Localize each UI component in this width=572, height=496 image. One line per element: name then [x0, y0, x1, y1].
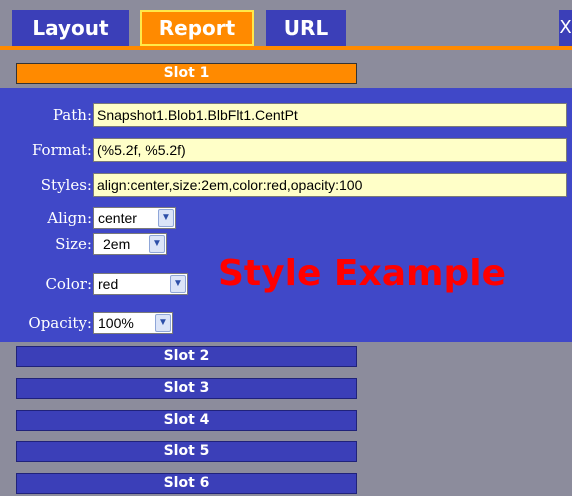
opacity-label: Opacity: — [28, 314, 92, 332]
align-select-value: center — [98, 210, 137, 226]
size-select[interactable]: 2em ▼ — [93, 233, 167, 255]
color-select[interactable]: red ▼ — [93, 273, 188, 295]
align-label: Align: — [47, 209, 92, 227]
close-button[interactable]: X — [559, 10, 572, 46]
slot-3-button[interactable]: Slot 3 — [16, 378, 357, 399]
slot-2-button[interactable]: Slot 2 — [16, 346, 357, 367]
tab-report[interactable]: Report — [140, 10, 254, 46]
chevron-down-icon: ▼ — [149, 235, 165, 253]
color-label: Color: — [45, 275, 92, 293]
slot-1-panel: Path: Snapshot1.Blob1.BlbFlt1.CentPt For… — [0, 88, 572, 342]
opacity-select-value: 100% — [98, 315, 134, 331]
chevron-down-icon: ▼ — [155, 314, 171, 332]
tab-url[interactable]: URL — [266, 10, 346, 46]
styles-field[interactable]: align:center,size:2em,color:red,opacity:… — [93, 173, 567, 197]
format-field[interactable]: (%5.2f, %5.2f) — [93, 138, 567, 162]
slot-5-button[interactable]: Slot 5 — [16, 441, 357, 462]
opacity-select[interactable]: 100% ▼ — [93, 312, 173, 334]
align-select[interactable]: center ▼ — [93, 207, 176, 229]
format-label: Format: — [31, 141, 92, 159]
size-label: Size: — [55, 235, 92, 253]
slot-6-button[interactable]: Slot 6 — [16, 473, 357, 494]
size-select-value: 2em — [103, 236, 131, 252]
slot-1-button[interactable]: Slot 1 — [16, 63, 357, 84]
tab-layout[interactable]: Layout — [12, 10, 129, 46]
chevron-down-icon: ▼ — [158, 209, 174, 227]
styles-label: Styles: — [40, 176, 92, 194]
tab-underline — [0, 46, 572, 50]
slot-4-button[interactable]: Slot 4 — [16, 410, 357, 431]
style-example-preview: Style Example — [218, 253, 507, 294]
tab-bar: Layout Report URL X — [0, 0, 572, 50]
path-field[interactable]: Snapshot1.Blob1.BlbFlt1.CentPt — [93, 103, 567, 127]
color-select-value: red — [98, 276, 119, 292]
chevron-down-icon: ▼ — [170, 275, 186, 293]
path-label: Path: — [52, 106, 92, 124]
